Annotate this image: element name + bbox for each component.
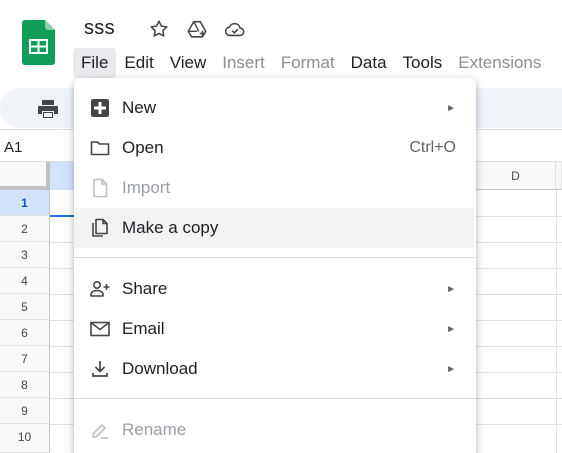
row-header-2[interactable]: 2 xyxy=(0,216,50,242)
row-header-4[interactable]: 4 xyxy=(0,268,50,294)
submenu-arrow-icon: ► xyxy=(446,323,456,335)
menu-item-label: Share xyxy=(122,279,168,298)
menu-item-label: Open xyxy=(122,138,164,157)
menubar: File Edit View Insert Format Data Tools … xyxy=(73,48,549,78)
menu-view[interactable]: View xyxy=(162,48,215,78)
row-header-1[interactable]: 1 xyxy=(0,190,50,216)
cloud-saved-icon[interactable] xyxy=(222,17,248,41)
row-header-10[interactable]: 10 xyxy=(0,424,50,453)
print-icon[interactable] xyxy=(36,97,60,121)
file-menu-dropdown: New ► Open Ctrl+O Import Make a copy Sha… xyxy=(74,78,476,453)
grid-line xyxy=(556,190,557,453)
menu-item-make-a-copy[interactable]: Make a copy xyxy=(74,208,474,248)
submenu-arrow-icon: ► xyxy=(446,102,456,114)
row-header-3[interactable]: 3 xyxy=(0,242,50,268)
menu-item-label: Make a copy xyxy=(122,218,219,237)
row-header-6[interactable]: 6 xyxy=(0,320,50,346)
menu-format[interactable]: Format xyxy=(273,48,343,78)
mail-icon xyxy=(89,318,111,340)
pencil-icon xyxy=(89,419,111,441)
menu-item-label: Import xyxy=(122,178,171,197)
menu-item-import[interactable]: Import xyxy=(74,168,476,208)
menu-item-label: New xyxy=(122,98,157,117)
copy-icon xyxy=(89,217,111,239)
row-header-7[interactable]: 7 xyxy=(0,346,50,372)
row-header-9[interactable]: 9 xyxy=(0,398,50,424)
menu-item-email[interactable]: Email ► xyxy=(74,309,476,349)
submenu-arrow-icon: ► xyxy=(446,363,456,375)
menu-item-download[interactable]: Download ► xyxy=(74,349,476,389)
menu-item-label: Download xyxy=(122,359,198,378)
select-all-corner[interactable] xyxy=(0,162,50,190)
column-header-e[interactable] xyxy=(556,162,562,190)
menu-separator xyxy=(74,257,476,258)
row-header-5[interactable]: 5 xyxy=(0,294,50,320)
person-add-icon xyxy=(89,278,111,300)
menu-tools[interactable]: Tools xyxy=(395,48,451,78)
menu-data[interactable]: Data xyxy=(343,48,395,78)
star-icon[interactable] xyxy=(146,17,172,41)
name-box[interactable]: A1 xyxy=(0,132,60,162)
menu-item-rename[interactable]: Rename xyxy=(74,410,476,450)
menu-extensions[interactable]: Extensions xyxy=(450,48,549,78)
menu-separator xyxy=(74,398,476,399)
column-header-d[interactable]: D xyxy=(476,162,556,190)
submenu-arrow-icon: ► xyxy=(446,283,456,295)
download-icon xyxy=(89,358,111,380)
shortcut-text: Ctrl+O xyxy=(409,139,456,156)
selected-cell-border[interactable] xyxy=(50,215,74,217)
move-to-drive-icon[interactable] xyxy=(184,17,210,41)
menu-item-label: Email xyxy=(122,319,165,338)
menu-item-label: Rename xyxy=(122,420,187,439)
menu-edit[interactable]: Edit xyxy=(116,48,161,78)
menu-item-new[interactable]: New ► xyxy=(74,88,476,128)
folder-icon xyxy=(89,137,111,159)
title-icon-group xyxy=(146,17,248,41)
menu-item-share[interactable]: Share ► xyxy=(74,269,476,309)
file-icon xyxy=(89,177,111,199)
menu-file[interactable]: File xyxy=(73,48,117,78)
menu-insert[interactable]: Insert xyxy=(214,48,273,78)
row-header-8[interactable]: 8 xyxy=(0,372,50,398)
menu-item-open[interactable]: Open Ctrl+O xyxy=(74,128,476,168)
new-sheet-icon xyxy=(89,97,111,119)
document-title[interactable]: sss xyxy=(84,17,115,40)
sheets-logo-icon[interactable] xyxy=(22,20,55,65)
